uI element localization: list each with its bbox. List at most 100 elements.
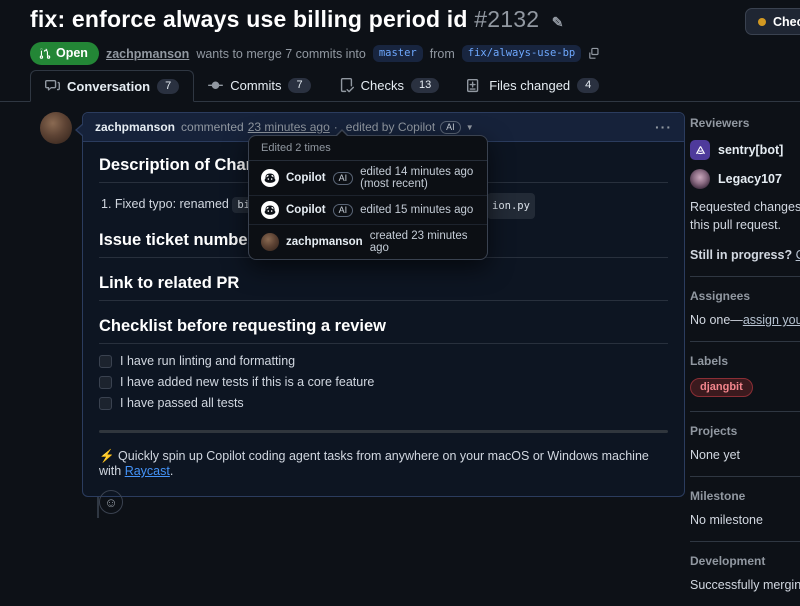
tab-files-count: 4 [577,78,599,93]
reviewers-heading[interactable]: Reviewers [690,116,800,130]
edited-by-label: edited by Copilot [346,120,435,134]
no-one-text: No one— [690,313,743,327]
raycast-promo-line: ⚡ Quickly spin up Copilot coding agent t… [99,449,668,478]
development-value: Successfully merging this pull request m… [690,578,800,592]
legacy107-avatar [690,169,710,189]
milestone-heading[interactable]: Milestone [690,489,800,503]
comment-discussion-icon [45,79,60,94]
tab-checks-count: 13 [411,78,439,93]
edit-time: edited 14 minutes ago (most recent) [360,166,475,190]
merge-sentence: wants to merge 7 commits into [196,47,366,61]
edit-history-toggle[interactable]: edited by Copilot AI ▼ [346,120,474,134]
pr-author-link[interactable]: zachpmanson [106,47,189,61]
note-line: this pull request. [690,218,781,232]
pr-number: #2132 [474,6,539,32]
checkbox-linting[interactable] [99,355,112,368]
labels-heading[interactable]: Labels [690,354,800,368]
comment-timestamp[interactable]: 23 minutes ago [248,120,330,134]
edit-title-icon[interactable]: ✎ [552,14,564,30]
git-pull-request-icon [39,47,51,60]
pr-tabnav: Conversation 7 Commits 7 Checks 13 Files… [0,70,800,102]
development-section: Development Successfully merging this pu… [690,542,800,606]
section-checklist: Checklist before requesting a review [99,317,668,344]
tab-checks[interactable]: Checks 13 [325,69,454,101]
label-djangbit[interactable]: djangbit [690,378,753,397]
tab-conversation-count: 7 [157,79,179,94]
pr-header: fix: enforce always use billing period i… [30,6,770,65]
checkbox-passed-tests[interactable] [99,397,112,410]
page-title: fix: enforce always use billing period i… [30,6,770,33]
comment-action: commented [181,120,244,134]
promo-period: . [170,464,173,478]
status-badge: Open [30,42,99,65]
editor-name: zachpmanson [286,236,363,248]
edit-history-row[interactable]: zachpmanson created 23 minutes ago [249,225,487,259]
checklist-item: I have passed all tests [99,396,668,410]
tab-conversation[interactable]: Conversation 7 [30,70,194,102]
development-heading[interactable]: Development [690,554,800,568]
add-reaction-button[interactable]: ☺ [99,490,123,514]
kebab-menu-icon[interactable]: ··· [655,119,672,135]
comment-author[interactable]: zachpmanson [95,120,175,134]
reviewer-row[interactable]: sentry[bot] [690,140,800,160]
tab-files-changed[interactable]: Files changed 4 [453,69,613,101]
edit-history-row[interactable]: Copilot AI edited 14 minutes ago (most r… [249,161,487,196]
copilot-icon [264,204,276,216]
raycast-link[interactable]: Raycast [125,464,170,478]
promo-text: Quickly spin up Copilot coding agent tas… [99,449,649,478]
sentry-bot-avatar [690,140,710,160]
ai-chip: AI [333,204,354,217]
divider [99,430,668,433]
milestone-section: Milestone No milestone [690,477,800,542]
copilot-avatar [261,169,279,187]
reviewer-name: Legacy107 [718,172,782,186]
base-branch-label[interactable]: master [373,45,423,62]
assignees-value: No one—assign yourself [690,313,800,327]
projects-section: Projects None yet [690,412,800,477]
head-branch-label[interactable]: fix/always-use-bp [462,45,581,62]
status-label: Open [56,46,88,60]
edit-time: created 23 minutes ago [370,230,475,254]
assignees-heading[interactable]: Assignees [690,289,800,303]
projects-value: None yet [690,448,800,462]
progress-question: Still in progress? [690,248,792,262]
milestone-value: No milestone [690,513,800,527]
chevron-down-icon: ▼ [466,123,474,132]
checklist-item: I have added new tests if this is a core… [99,375,668,389]
copy-branch-icon[interactable] [588,47,601,60]
projects-heading[interactable]: Projects [690,424,800,438]
pending-status-dot-icon [758,18,766,26]
tab-conversation-label: Conversation [67,79,150,94]
dropdown-arrow [335,129,349,136]
requested-changes-note: Requested changes must this pull request… [690,198,800,234]
file-diff-icon [467,78,482,93]
tab-commits-count: 7 [288,78,310,93]
convert-to-draft-link[interactable]: Convert to draft [796,248,800,262]
checkbox-new-tests[interactable] [99,376,112,389]
assign-yourself-link[interactable]: assign yourself [743,313,800,327]
tab-commits[interactable]: Commits 7 [194,69,324,101]
pr-sidebar: Reviewers sentry[bot] Legacy107 Requeste… [690,108,800,606]
editor-name: Copilot [286,204,326,216]
copilot-avatar [261,201,279,219]
commit-icon [208,78,223,93]
from-word: from [430,47,455,61]
smiley-icon: ☺ [104,496,117,509]
tab-commits-label: Commits [230,78,281,93]
timeline-connector [97,497,99,518]
pr-meta-row: Open zachpmanson wants to merge 7 commit… [30,42,770,65]
checks-button-label: Checks [773,15,800,29]
reviewer-row[interactable]: Legacy107 [690,169,800,189]
checklist-label: I have added new tests if this is a core… [120,375,374,389]
lightning-bolt-icon: ⚡ [99,449,115,463]
note-line: Requested changes must [690,200,800,214]
tab-checks-label: Checks [361,78,404,93]
edit-history-row[interactable]: Copilot AI edited 15 minutes ago [249,196,487,225]
avatar[interactable] [40,112,72,144]
ai-chip: AI [333,172,354,185]
checks-status-button[interactable]: Checks [745,8,800,35]
checklist-label: I have run linting and formatting [120,354,295,368]
section-link-to-related-pr: Link to related PR [99,274,668,301]
reviewer-name: sentry[bot] [718,143,783,157]
list-item-text: 1. Fixed typo: renamed [101,197,232,211]
